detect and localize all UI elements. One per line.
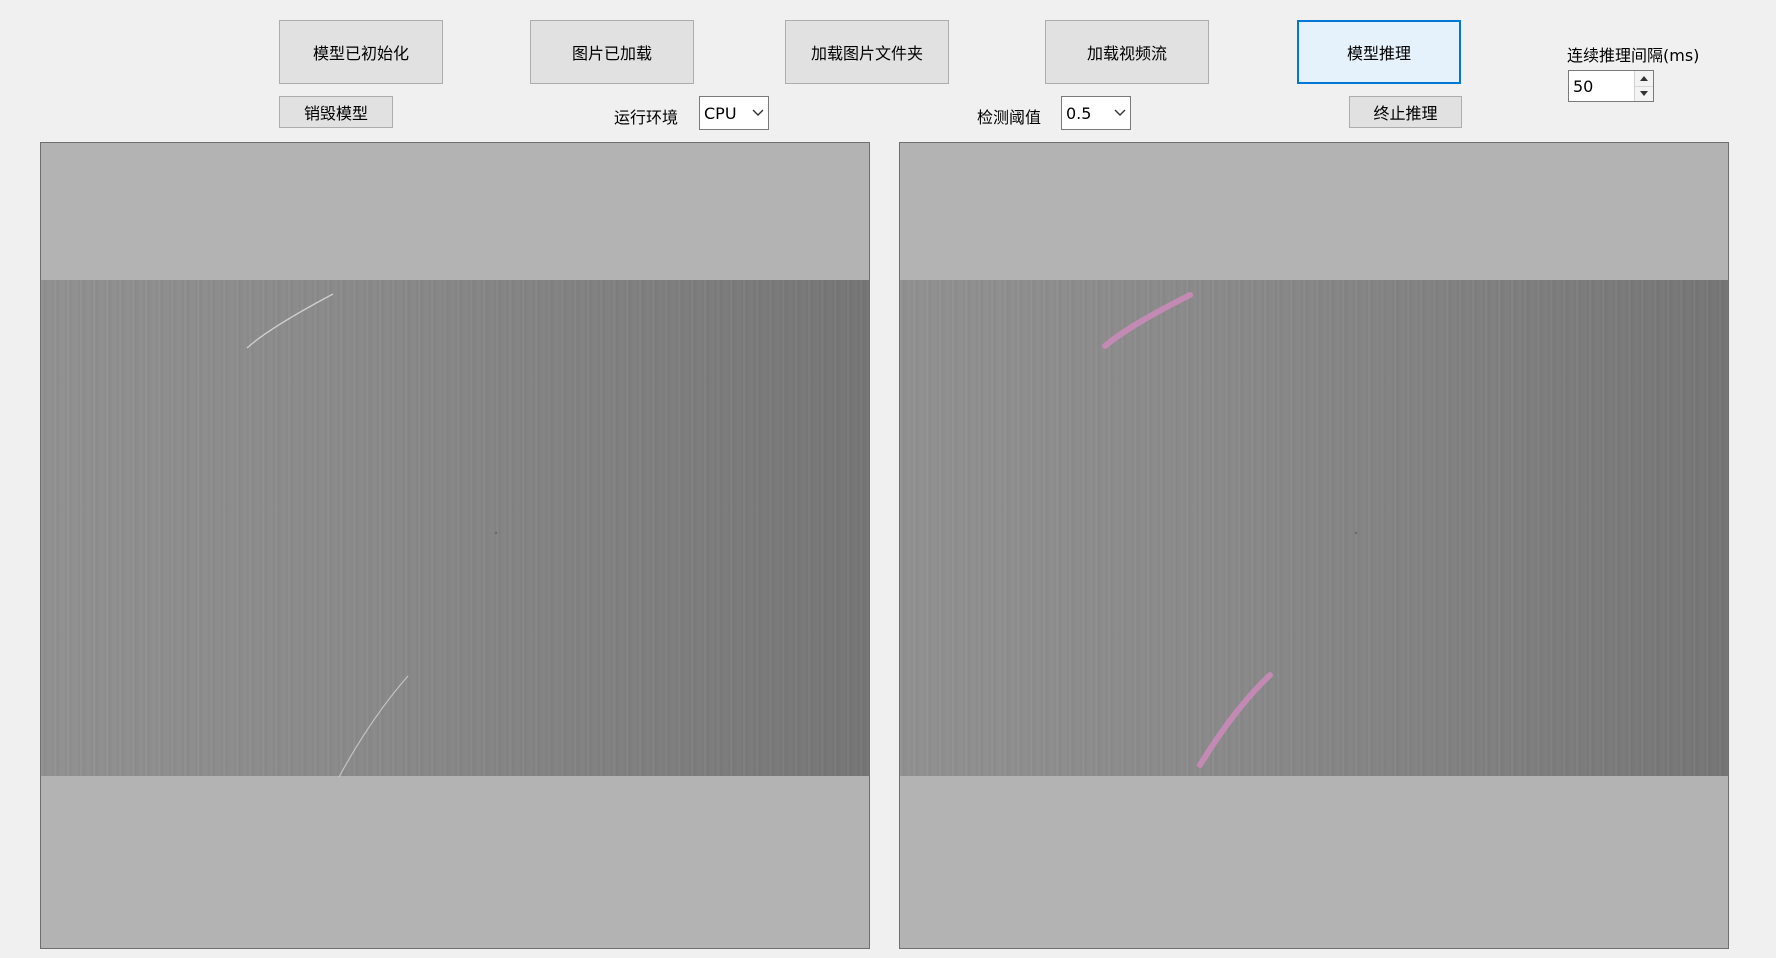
arrow-down-icon[interactable] <box>1635 86 1653 101</box>
image-loaded-button[interactable]: 图片已加载 <box>530 20 694 84</box>
main-window: 模型已初始化 图片已加载 加载图片文件夹 加载视频流 模型推理 连续推理间隔(m… <box>0 0 1776 958</box>
load-video-stream-button[interactable]: 加载视频流 <box>1045 20 1209 84</box>
chevron-down-icon <box>748 97 768 129</box>
runtime-value: CPU <box>704 103 737 123</box>
stop-inference-button[interactable]: 终止推理 <box>1349 96 1462 128</box>
defect-mark-1 <box>1102 292 1193 349</box>
input-image-viewer <box>40 142 870 949</box>
chevron-down-icon <box>1110 97 1130 129</box>
spin-arrows <box>1634 71 1653 101</box>
arrow-up-icon[interactable] <box>1635 71 1653 87</box>
interval-spinner[interactable]: 50 <box>1568 70 1654 102</box>
load-image-folder-button[interactable]: 加载图片文件夹 <box>785 20 949 84</box>
interval-label: 连续推理间隔(ms) <box>1567 46 1700 65</box>
dust-dot <box>1354 531 1358 535</box>
defect-mark-2 <box>1197 672 1273 768</box>
destroy-model-button[interactable]: 销毁模型 <box>279 96 393 128</box>
threshold-label: 检测阈值 <box>977 108 1042 127</box>
model-inference-button[interactable]: 模型推理 <box>1297 20 1461 84</box>
model-initialized-button[interactable]: 模型已初始化 <box>279 20 443 84</box>
defect-overlay <box>1102 292 1358 768</box>
interval-value[interactable]: 50 <box>1569 71 1634 101</box>
result-image-viewer <box>899 142 1729 949</box>
scratch-line-1 <box>246 293 334 349</box>
runtime-label: 运行环境 <box>614 108 679 127</box>
runtime-dropdown[interactable]: CPU <box>699 96 769 130</box>
scratch-line-2 <box>338 675 409 778</box>
scratch-overlay <box>246 293 498 778</box>
dust-dot <box>494 531 498 535</box>
threshold-dropdown[interactable]: 0.5 <box>1061 96 1131 130</box>
threshold-value: 0.5 <box>1066 103 1092 123</box>
